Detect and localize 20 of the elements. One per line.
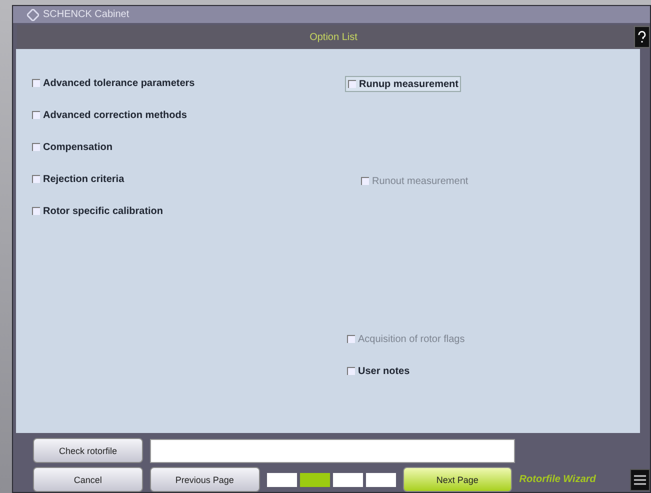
help-icon xyxy=(637,31,647,43)
next-page-button[interactable]: Next Page xyxy=(402,467,512,492)
option-checkbox[interactable]: User notes xyxy=(345,364,412,378)
option-checkbox[interactable]: Advanced correction methods xyxy=(30,108,189,122)
option-checkbox[interactable]: Compensation xyxy=(30,140,114,154)
previous-page-button[interactable]: Previous Page xyxy=(150,467,260,492)
window-title: SCHENCK Cabinet xyxy=(43,9,130,20)
logo-icon xyxy=(27,8,39,20)
option-checkbox[interactable]: Rejection criteria xyxy=(30,172,126,186)
menu-icon xyxy=(634,474,646,484)
option-checkbox[interactable]: Runup measurement xyxy=(345,76,462,92)
input-field[interactable] xyxy=(150,438,515,462)
menu-button[interactable] xyxy=(630,468,650,490)
wizard-logo: Rotorfile Wizard xyxy=(519,474,597,485)
cancel-button[interactable]: Cancel xyxy=(33,467,143,492)
check-rotorfile-button[interactable]: Check rotorfile xyxy=(33,438,143,463)
option-checkbox[interactable]: Rotor specific calibration xyxy=(30,204,166,218)
header-title: Option List xyxy=(310,32,358,42)
help-button[interactable] xyxy=(634,26,650,48)
option-checkbox[interactable]: Advanced tolerance parameters xyxy=(30,76,197,90)
